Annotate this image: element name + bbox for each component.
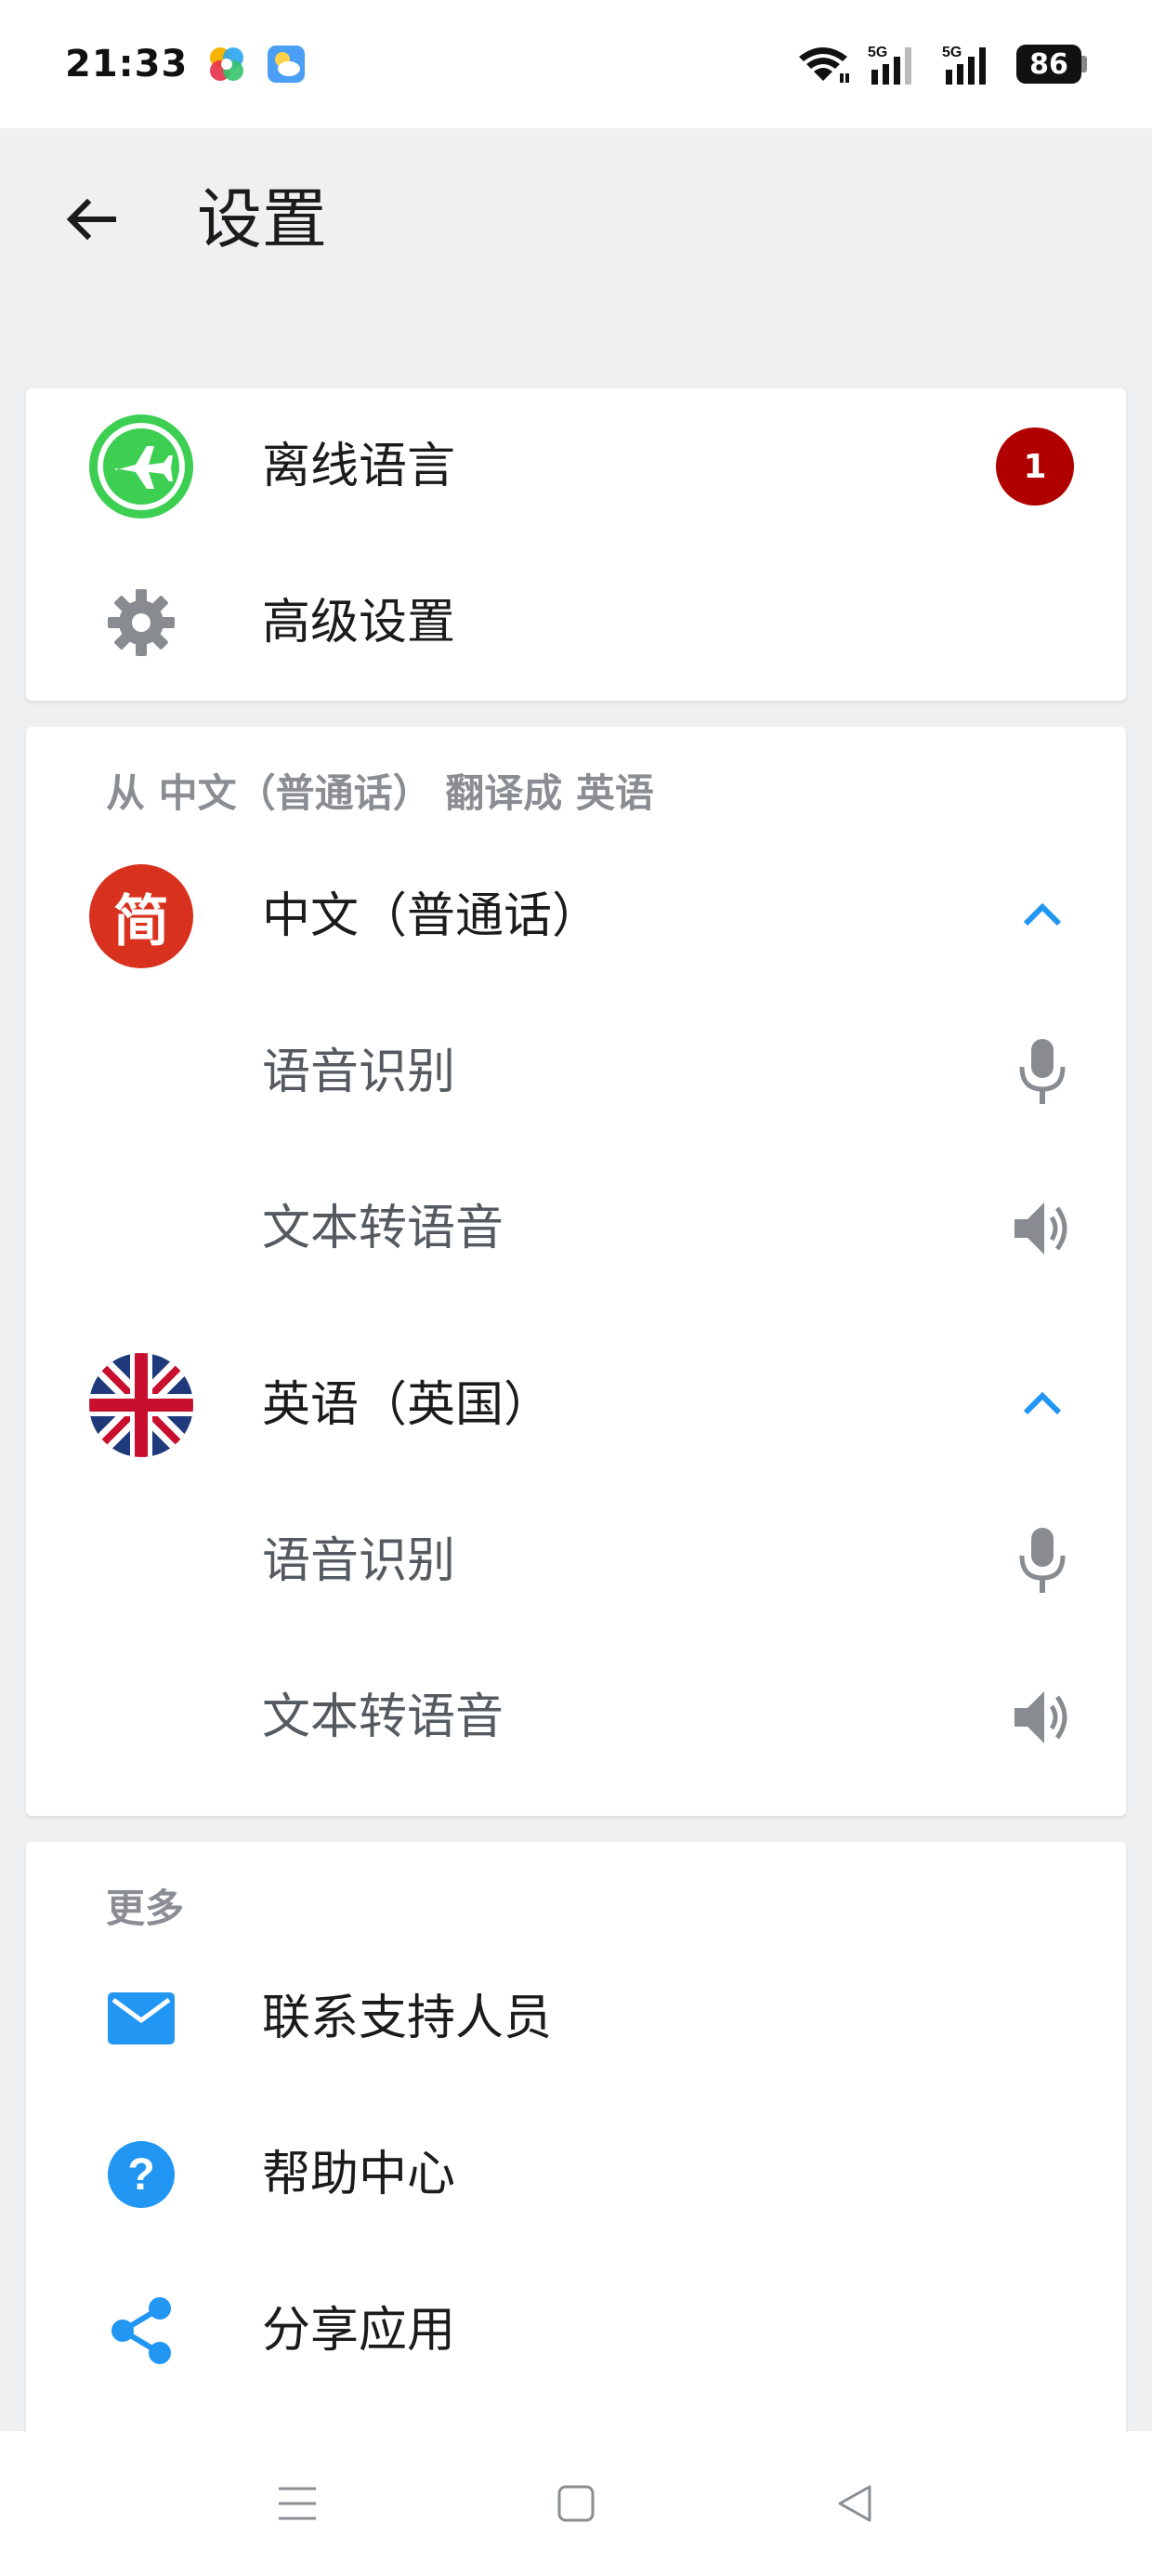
status-time: 21:33 <box>65 43 189 85</box>
battery-level: 86 <box>1016 45 1081 84</box>
speaker-icon <box>1015 1203 1067 1255</box>
mail-icon <box>108 1992 175 2044</box>
network-type-1: 5G <box>868 45 887 60</box>
source-collapse-button[interactable] <box>1005 879 1080 953</box>
contact-support-label: 联系支持人员 <box>262 1991 553 2046</box>
wifi-icon <box>799 47 849 83</box>
advanced-settings-label: 高级设置 <box>262 595 456 651</box>
speaker-icon <box>1015 1691 1067 1743</box>
status-left: 21:33 <box>65 43 307 85</box>
chevron-up-icon <box>1023 1391 1062 1415</box>
arrow-left-icon <box>66 198 116 241</box>
offline-languages-label: 离线语言 <box>262 439 456 494</box>
translation-section-header: 从 中文（普通话） 翻译成 英语 <box>106 770 654 816</box>
cellular-signal-2-icon: 5G <box>942 45 986 85</box>
weather-icon <box>268 46 306 83</box>
network-type-2: 5G <box>942 45 962 60</box>
status-bar: 21:33 5G 5G 86 <box>0 0 1152 128</box>
menu-icon <box>279 2487 316 2520</box>
share-icon <box>111 2297 171 2364</box>
target-speech-recognition-label: 语音识别 <box>262 1533 456 1589</box>
target-speaker-wrap <box>1005 1680 1080 1755</box>
app-bar: 设置 <box>0 128 1152 314</box>
notification-badge: 1 <box>996 427 1074 506</box>
back-nav-button[interactable] <box>818 2466 892 2541</box>
system-nav-bar <box>0 2431 1152 2576</box>
share-app-row[interactable]: 分享应用 <box>26 2253 1126 2409</box>
battery-tip <box>1081 56 1087 72</box>
main-settings-card: 离线语言 1 高级设置 <box>26 388 1126 701</box>
source-flag-wrap: 简 <box>89 864 193 968</box>
source-tts-label: 文本转语音 <box>262 1201 504 1256</box>
battery-indicator: 86 <box>1016 45 1087 84</box>
target-flag-wrap <box>89 1353 193 1457</box>
target-tts-label: 文本转语音 <box>262 1689 504 1745</box>
source-language-label: 中文（普通话） <box>262 888 601 944</box>
mic-icon <box>1019 1039 1066 1104</box>
source-speaker-wrap <box>1005 1191 1080 1266</box>
target-speech-recognition-row[interactable]: 语音识别 <box>26 1483 1126 1639</box>
airplane-icon <box>89 414 193 519</box>
status-right: 5G 5G 86 <box>795 42 1087 86</box>
offline-languages-row[interactable]: 离线语言 1 <box>26 388 1126 545</box>
source-tts-row[interactable]: 文本转语音 <box>26 1150 1126 1307</box>
svg-text:?: ? <box>127 2150 154 2200</box>
uk-flag-icon <box>89 1353 193 1457</box>
chinese-flag-icon: 简 <box>89 864 193 968</box>
chevron-up-icon <box>1023 902 1062 927</box>
offline-badge-wrap: 1 <box>996 427 1074 506</box>
more-card: 更多 联系支持人员 ? 帮助中心 分享应用 <box>26 1842 1126 2511</box>
advanced-settings-row[interactable]: 高级设置 <box>26 545 1126 701</box>
target-collapse-button[interactable] <box>1005 1368 1080 1442</box>
help-icon-wrap: ? <box>89 2123 193 2227</box>
help-center-label: 帮助中心 <box>262 2147 456 2202</box>
page-title: 设置 <box>197 181 327 257</box>
share-app-label: 分享应用 <box>262 2303 456 2359</box>
menu-nav-button[interactable] <box>260 2466 334 2541</box>
target-language-row[interactable]: 英语（英国） <box>26 1327 1126 1483</box>
source-mic-wrap <box>1005 1035 1080 1110</box>
contact-support-row[interactable]: 联系支持人员 <box>26 1940 1126 2096</box>
gear-icon <box>108 589 175 656</box>
more-section-header: 更多 <box>106 1886 185 1931</box>
mic-icon <box>1019 1528 1066 1593</box>
target-tts-row[interactable]: 文本转语音 <box>26 1639 1126 1795</box>
source-speech-recognition-row[interactable]: 语音识别 <box>26 994 1126 1150</box>
help-icon: ? <box>108 2141 175 2208</box>
source-speech-recognition-label: 语音识别 <box>262 1045 456 1100</box>
home-square-icon <box>557 2485 595 2522</box>
help-center-row[interactable]: ? 帮助中心 <box>26 2096 1126 2253</box>
app-launcher-icon <box>210 47 244 81</box>
home-nav-button[interactable] <box>539 2466 613 2541</box>
cellular-signal-1-icon: 5G <box>868 45 911 85</box>
share-icon-wrap <box>89 2279 193 2383</box>
triangle-back-icon <box>838 2485 871 2522</box>
target-language-label: 英语（英国） <box>262 1377 553 1433</box>
offline-icon-wrap <box>89 414 193 519</box>
back-button[interactable] <box>54 182 128 256</box>
gear-icon-wrap <box>89 571 193 675</box>
mail-icon-wrap <box>89 1966 193 2070</box>
source-language-row[interactable]: 简 中文（普通话） <box>26 838 1126 994</box>
target-mic-wrap <box>1005 1524 1080 1598</box>
translation-card: 从 中文（普通话） 翻译成 英语 简 中文（普通话） 语音识别 文本转语音 英语… <box>26 727 1126 1816</box>
